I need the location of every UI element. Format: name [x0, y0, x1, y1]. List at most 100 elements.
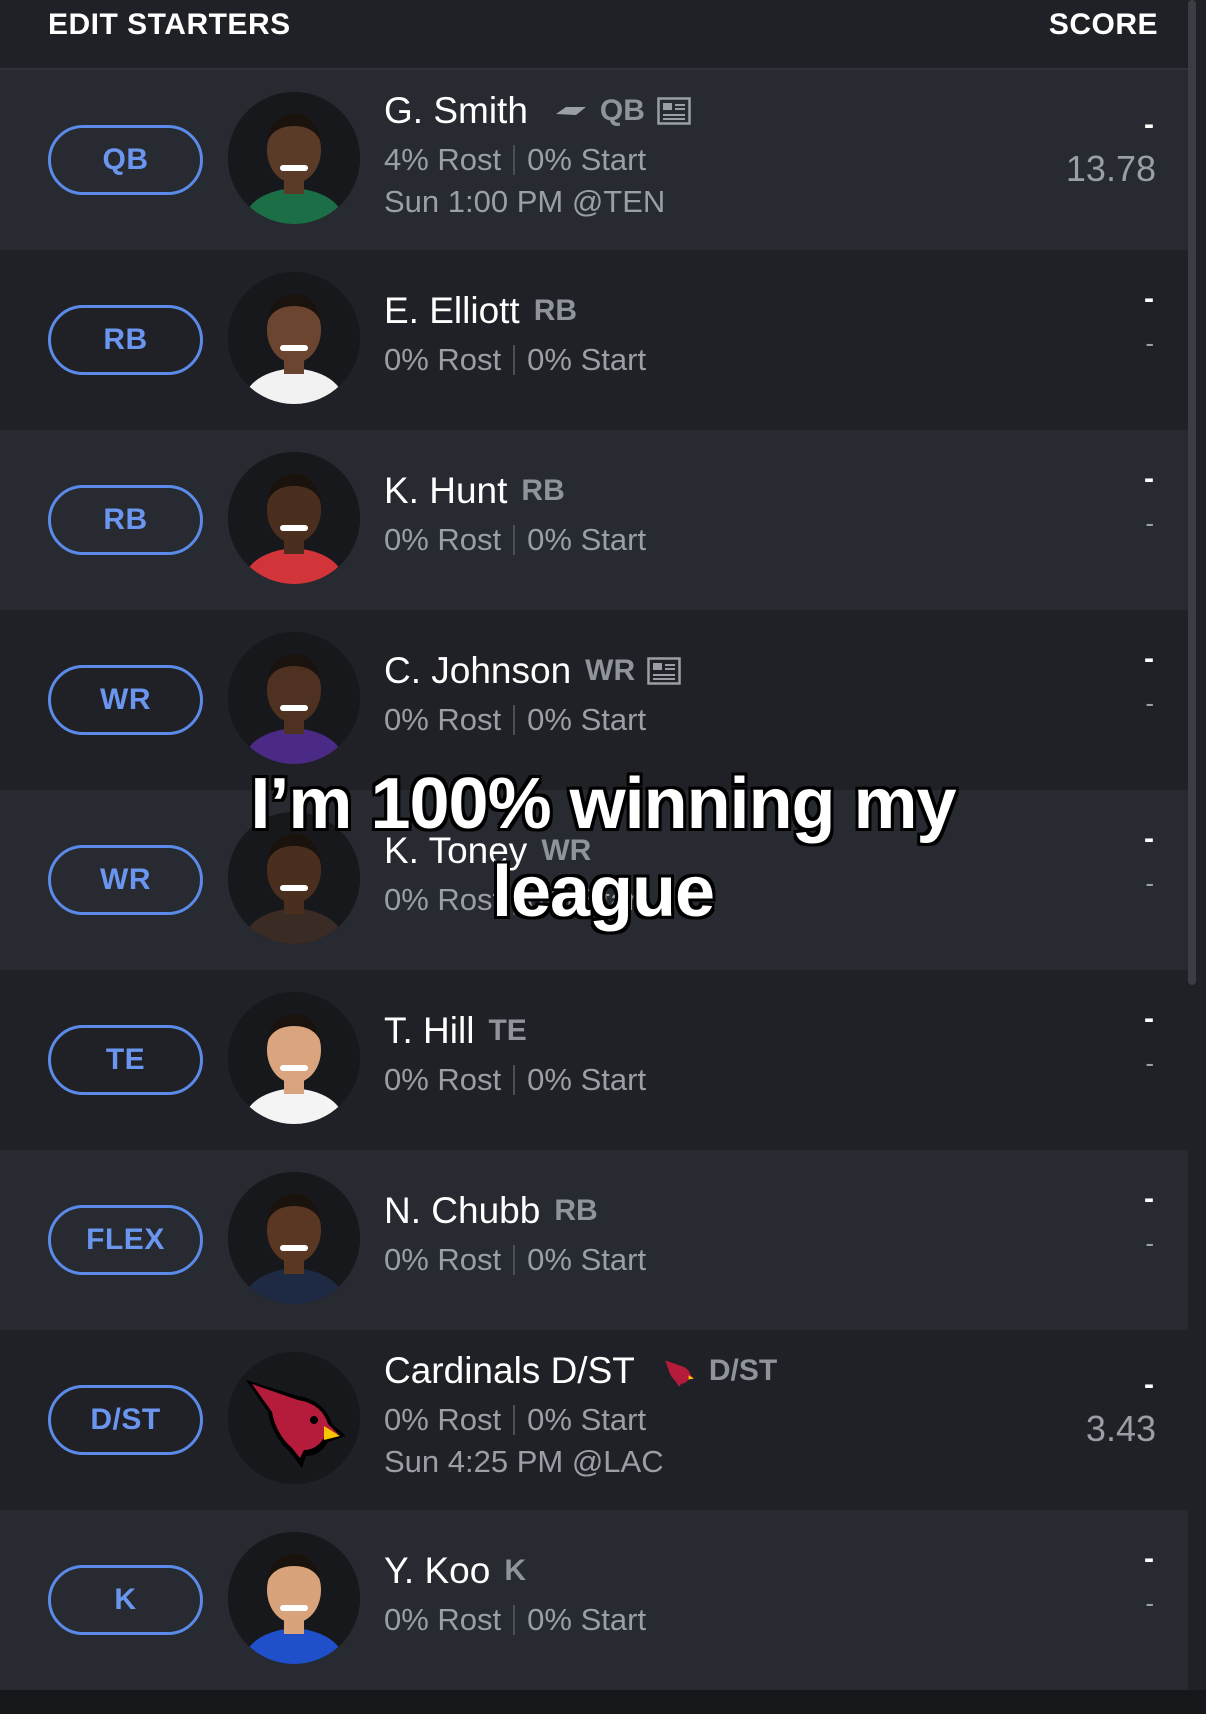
- started-percent: 0% Start: [527, 342, 647, 377]
- rostered-percent: 4% Rost: [384, 142, 502, 177]
- news-icon[interactable]: [635, 657, 681, 685]
- slot-button[interactable]: D/ST: [48, 1385, 203, 1455]
- actual-score: -: [1144, 1542, 1154, 1575]
- player-name[interactable]: E. Elliott: [384, 290, 520, 332]
- player-name[interactable]: N. Chubb: [384, 1190, 540, 1232]
- player-headshot[interactable]: [228, 1532, 360, 1664]
- ownership-stats: 0% Rost 0% Start: [384, 1062, 646, 1098]
- rostered-percent: 0% Rost: [384, 702, 502, 737]
- player-row[interactable]: D/ST Cardinals D/ST D/ST 0% Rost 0% Start Sun…: [0, 1330, 1188, 1510]
- player-name[interactable]: T. Hill: [384, 1010, 474, 1052]
- rostered-percent: 0% Rost: [384, 342, 502, 377]
- player-info: G. Smith QB 4% Rost 0% Start Sun 1:00 PM @TE…: [384, 70, 1024, 250]
- player-info: T. Hill TE 0% Rost 0% Start: [384, 970, 1024, 1150]
- actual-score: -: [1144, 462, 1154, 495]
- projected-score: -: [1145, 688, 1154, 718]
- position-label: D/ST: [708, 1354, 778, 1387]
- score-column-label: SCORE: [1048, 8, 1158, 41]
- position-label: RB: [521, 474, 565, 507]
- player-row[interactable]: QB G. Smith QB 4% Rost 0% Start Sun 1:00 PM @…: [0, 70, 1188, 250]
- actual-score: -: [1144, 1002, 1154, 1035]
- player-headshot[interactable]: [228, 632, 360, 764]
- player-headshot[interactable]: [228, 1172, 360, 1304]
- projected-score: -: [1145, 1228, 1154, 1258]
- divider: [513, 525, 516, 555]
- name-line: T. Hill TE: [384, 1010, 527, 1052]
- projected-score: -: [1145, 508, 1154, 538]
- ownership-stats: 0% Rost 0% Start: [384, 1602, 646, 1638]
- divider: [513, 1605, 516, 1635]
- started-percent: 0% Start: [527, 1242, 647, 1277]
- divider: [513, 1405, 516, 1435]
- lineup-screen: EDIT STARTERS SCORE QB G. Smith QB 4% Rost 0…: [0, 0, 1206, 1714]
- name-line: K. Hunt RB: [384, 470, 565, 512]
- player-row[interactable]: FLEX N. Chubb RB 0% Rost 0% Start - -: [0, 1150, 1188, 1330]
- game-time: Sun 4:25 PM @LAC: [384, 1444, 664, 1479]
- name-line: Y. Koo K: [384, 1550, 526, 1592]
- player-name[interactable]: G. Smith: [384, 90, 528, 132]
- projected-score: 13.78: [1065, 148, 1156, 189]
- projected-score: -: [1145, 328, 1154, 358]
- name-line: N. Chubb RB: [384, 1190, 598, 1232]
- projected-score: 3.43: [1085, 1408, 1156, 1449]
- slot-button[interactable]: K: [48, 1565, 203, 1635]
- player-row[interactable]: TE T. Hill TE 0% Rost 0% Start - -: [0, 970, 1188, 1150]
- name-line: C. Johnson WR: [384, 650, 681, 692]
- edit-starters-title[interactable]: EDIT STARTERS: [48, 8, 291, 42]
- projected-score: -: [1145, 1588, 1154, 1618]
- started-percent: 0% Start: [527, 1602, 647, 1637]
- starters-header: EDIT STARTERS SCORE: [0, 0, 1190, 70]
- divider: [513, 345, 516, 375]
- jets-logo-icon: [542, 104, 586, 118]
- cardinals-logo-icon: [649, 1356, 695, 1386]
- ownership-stats: 0% Rost 0% Start: [384, 522, 646, 558]
- slot-button[interactable]: TE: [48, 1025, 203, 1095]
- started-percent: 0% Start: [527, 1402, 647, 1437]
- started-percent: 0% Start: [527, 1062, 647, 1097]
- slot-button[interactable]: RB: [48, 485, 203, 555]
- bottom-edge: [0, 1690, 1206, 1714]
- position-label: RB: [533, 294, 578, 327]
- position-label: TE: [488, 1014, 527, 1047]
- rostered-percent: 0% Rost: [384, 522, 502, 557]
- divider: [513, 1065, 516, 1095]
- slot-button[interactable]: RB: [48, 305, 203, 375]
- player-info: Cardinals D/ST D/ST 0% Rost 0% Start Sun 4:2…: [384, 1330, 1024, 1510]
- position-label: K: [504, 1554, 526, 1587]
- player-headshot[interactable]: [228, 92, 360, 224]
- player-info: N. Chubb RB 0% Rost 0% Start: [384, 1150, 1024, 1330]
- player-headshot[interactable]: [228, 992, 360, 1124]
- news-icon[interactable]: [645, 97, 691, 125]
- player-name[interactable]: K. Hunt: [384, 470, 507, 512]
- player-headshot[interactable]: [228, 452, 360, 584]
- position-label: WR: [585, 654, 636, 687]
- slot-button[interactable]: FLEX: [48, 1205, 203, 1275]
- player-row[interactable]: RB K. Hunt RB 0% Rost 0% Start - -: [0, 430, 1188, 610]
- player-row[interactable]: RB E. Elliott RB 0% Rost 0% Start - -: [0, 250, 1188, 430]
- divider: [513, 705, 516, 735]
- player-info: K. Hunt RB 0% Rost 0% Start: [384, 430, 1024, 610]
- actual-score: -: [1144, 1182, 1154, 1215]
- position-label: QB: [599, 94, 645, 127]
- rostered-percent: 0% Rost: [384, 1602, 502, 1637]
- player-info: E. Elliott RB 0% Rost 0% Start: [384, 250, 1024, 430]
- actual-score: -: [1144, 282, 1154, 315]
- slot-button[interactable]: WR: [48, 665, 203, 735]
- player-headshot[interactable]: [228, 272, 360, 404]
- divider: [513, 1245, 516, 1275]
- player-row[interactable]: K Y. Koo K 0% Rost 0% Start - -: [0, 1510, 1188, 1690]
- player-name[interactable]: Cardinals D/ST: [384, 1350, 635, 1392]
- actual-score: -: [1144, 642, 1154, 675]
- position-label: RB: [554, 1194, 598, 1227]
- ownership-stats: 0% Rost 0% Start: [384, 342, 646, 378]
- rostered-percent: 0% Rost: [384, 1062, 502, 1097]
- player-name[interactable]: Y. Koo: [384, 1550, 490, 1592]
- started-percent: 0% Start: [527, 142, 647, 177]
- name-line: G. Smith QB: [384, 90, 691, 132]
- player-name[interactable]: C. Johnson: [384, 650, 571, 692]
- name-line: Cardinals D/ST D/ST: [384, 1350, 777, 1392]
- slot-button[interactable]: QB: [48, 125, 203, 195]
- team-logo[interactable]: [228, 1352, 360, 1484]
- name-line: E. Elliott RB: [384, 290, 577, 332]
- started-percent: 0% Start: [527, 522, 647, 557]
